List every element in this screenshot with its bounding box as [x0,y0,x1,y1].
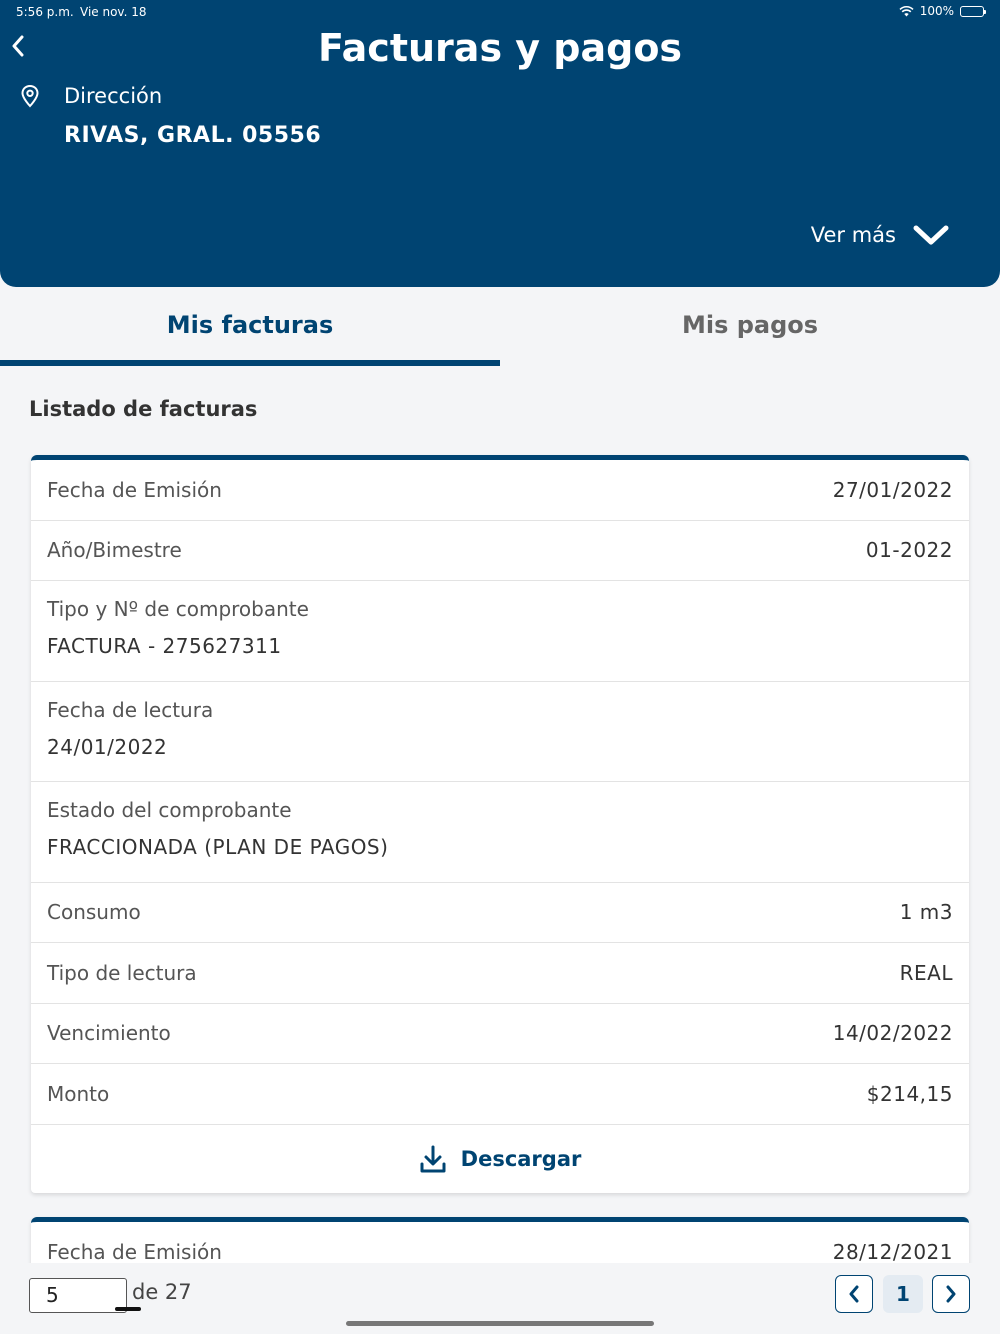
consumo-row: Consumo 1 m3 [31,883,969,943]
battery-percent: 100% [919,4,954,18]
map-pin-icon [21,84,39,108]
fecha-emision-row: Fecha de Emisión 27/01/2022 [31,460,969,521]
direccion-label: Dirección [64,84,163,108]
consumo-value: 1 m3 [899,900,953,925]
vencimiento-row: Vencimiento 14/02/2022 [31,1004,969,1064]
fecha-emision-value: 28/12/2021 [832,1239,953,1264]
active-tab-indicator [0,360,500,366]
ver-mas-button[interactable]: Ver más [811,222,950,248]
fecha-emision-value: 27/01/2022 [832,477,953,502]
fecha-emision-label: Fecha de Emisión [47,477,222,502]
tab-mis-facturas[interactable]: Mis facturas [0,287,500,367]
comprobante-label: Tipo y Nº de comprobante [47,597,309,621]
status-date: Vie nov. 18 [80,5,147,19]
comprobante-row: Tipo y Nº de comprobante FACTURA - 27562… [31,581,969,682]
download-icon [420,1145,446,1172]
anio-bimestre-row: Año/Bimestre 01-2022 [31,521,969,581]
consumo-label: Consumo [47,900,141,925]
download-button[interactable]: Descargar [31,1125,969,1193]
direccion-value: RIVAS, GRAL. 05556 [64,123,322,148]
fecha-emision-label: Fecha de Emisión [47,1239,222,1264]
anio-bimestre-label: Año/Bimestre [47,538,182,563]
monto-row: Monto $214,15 [31,1064,969,1125]
tipo-lectura-label: Tipo de lectura [47,960,197,985]
page-title: Facturas y pagos [317,26,683,70]
tab-bar: Mis facturas Mis pagos [0,287,1000,367]
download-label: Descargar [460,1146,582,1171]
vencimiento-value: 14/02/2022 [832,1021,953,1046]
dropdown-caret-icon [115,1307,141,1311]
monto-value: $214,15 [866,1081,953,1106]
tab-mis-pagos[interactable]: Mis pagos [500,287,1000,367]
battery-icon [960,5,986,17]
next-page-button[interactable] [932,1275,970,1313]
status-right: 100% [899,4,986,18]
tipo-lectura-row: Tipo de lectura REAL [31,943,969,1004]
vencimiento-label: Vencimiento [47,1021,171,1046]
section-title: Listado de facturas [29,397,258,421]
ver-mas-label: Ver más [810,223,896,247]
prev-page-button[interactable] [835,1275,873,1313]
current-page-button[interactable]: 1 [883,1275,923,1313]
page-select-value: 5 [46,1283,59,1307]
fecha-lectura-label: Fecha de lectura [47,697,214,722]
monto-label: Monto [47,1081,110,1106]
estado-row: Estado del comprobante FRACCIONADA (PLAN… [31,782,969,883]
header: 5:56 p.m. Vie nov. 18 100% Facturas y pa… [0,0,1000,287]
estado-value: FRACCIONADA (PLAN DE PAGOS) [47,835,389,859]
chevron-left-icon [849,1285,859,1303]
wifi-icon [899,5,914,17]
anio-bimestre-value: 01-2022 [865,538,953,563]
fecha-lectura-value: 24/01/2022 [47,734,168,759]
invoice-card: Fecha de Emisión 27/01/2022 Año/Bimestre… [31,455,969,1193]
tipo-lectura-value: REAL [899,960,953,985]
comprobante-value: FACTURA - 275627311 [47,634,282,658]
home-indicator [346,1321,654,1326]
estado-label: Estado del comprobante [47,798,292,822]
status-bar: 5:56 p.m. Vie nov. 18 100% [0,0,1000,24]
chevron-right-icon [946,1285,956,1303]
status-time: 5:56 p.m. [16,5,74,19]
chevron-down-icon [913,225,949,245]
fecha-lectura-row: Fecha de lectura 24/01/2022 [31,682,969,782]
page-select-input[interactable]: 5 [29,1278,141,1313]
page-total-label: de 27 [132,1280,192,1304]
